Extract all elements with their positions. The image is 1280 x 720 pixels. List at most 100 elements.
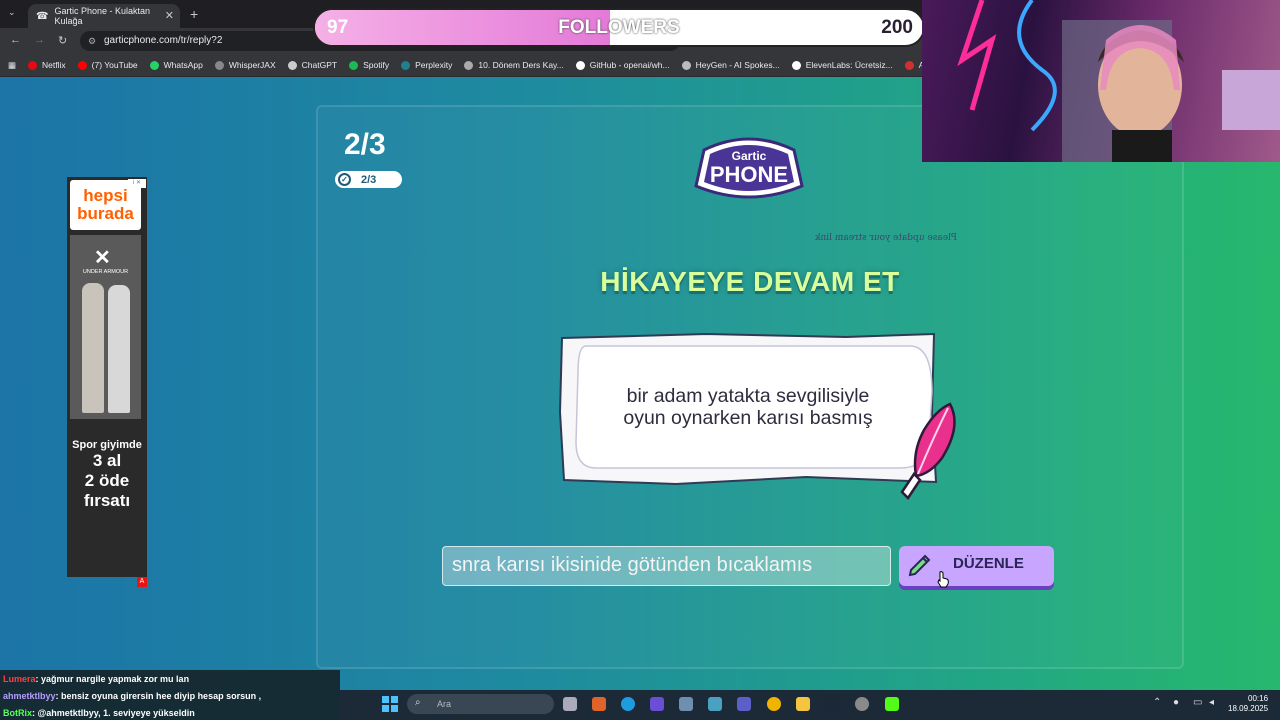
edge-icon[interactable] (621, 697, 635, 711)
taskbar-search-placeholder: Ara (437, 699, 452, 709)
bookmark-item[interactable]: ElevenLabs: Ücretsiz... (791, 60, 893, 70)
bookmark-label: ChatGPT (301, 60, 338, 70)
ad-image: ✕ UNDER ARMOUR (70, 235, 141, 419)
chat-text: : @ahmetktlbyy, 1. seviyeye yükseldin (32, 708, 195, 718)
chat-text: : bensiz oyuna girersin hee diyip hesap … (55, 691, 262, 701)
clock-time: 00:16 (1248, 694, 1269, 703)
forward-icon[interactable]: → (34, 34, 45, 46)
pencil-icon (908, 554, 931, 577)
reload-icon[interactable]: ↻ (58, 34, 67, 47)
bookmark-favicon-icon (28, 60, 38, 70)
ad-promo-line-3: fırsatı (83, 491, 131, 510)
bookmark-label: ElevenLabs: Ücretsiz... (805, 60, 893, 70)
bookmark-item[interactable]: Perplexity (401, 60, 452, 70)
bookmark-label: WhisperJAX (228, 60, 276, 70)
edit-button[interactable]: DÜZENLE (899, 546, 1054, 586)
gartic-favicon-icon: ☎ (36, 10, 49, 22)
widgets-icon[interactable] (679, 697, 693, 711)
apps-grid-icon[interactable]: ▦ (8, 60, 16, 71)
chat-message: ahmetktlbyy: bensiz oyuna girersin hee d… (3, 691, 261, 701)
followers-label: FOLLOWERS (558, 17, 680, 38)
ad-promo: Spor giyimde 3 al 2 öde fırsatı (67, 439, 147, 511)
chat-overlay: Lumera: yağmur nargile yapmak zor mu lan… (0, 670, 340, 720)
story-line-1: bir adam yatakta sevgilisiyle (626, 385, 870, 407)
bookmark-item[interactable]: Spotify (349, 60, 389, 70)
teams-icon[interactable] (737, 697, 751, 711)
bookmark-favicon-icon (401, 60, 411, 70)
ad-sponsor: UNDER ARMOUR (82, 269, 129, 275)
bookmark-label: Spotify (363, 60, 390, 70)
page-heading: HİKAYEYE DEVAM ET (600, 266, 900, 297)
gartic-phone-logo: Gartic PHONE (694, 137, 804, 199)
site-info-icon[interactable]: ⚙ (88, 31, 96, 51)
bookmark-favicon-icon (575, 60, 585, 70)
round-counter: 2/3 (344, 128, 386, 161)
network-icon[interactable]: ▭ (1193, 697, 1202, 708)
bookmark-label: (7) YouTube (91, 60, 138, 70)
tab-close-icon[interactable]: ✕ (165, 9, 174, 22)
story-text: bir adam yatakta sevgilisiyle oyun oynar… (586, 385, 910, 429)
kick-icon[interactable] (885, 697, 899, 711)
obs-icon[interactable] (855, 697, 869, 711)
back-icon[interactable]: ← (10, 34, 21, 46)
ad-banner[interactable]: hepsi burada i ✕ ✕ UNDER ARMOUR Spor giy… (67, 177, 147, 587)
taskbar-search[interactable]: Ara (407, 694, 554, 714)
check-icon: ✓ (338, 173, 351, 186)
volume-icon[interactable]: ◂ (1209, 697, 1214, 708)
chat-message: BotRix: @ahmetktlbyy, 1. seviyeye yüksel… (3, 708, 195, 718)
followers-goal: 200 (881, 17, 913, 38)
ad-model-2 (108, 285, 130, 413)
edit-button-label: DÜZENLE (953, 555, 1024, 572)
webcam-image (957, 0, 1280, 162)
bookmark-item[interactable]: 10. Dönem Ders Kay... (464, 60, 564, 70)
ad-model-1 (82, 283, 104, 413)
ad-choices-icon[interactable]: i ✕ (128, 179, 146, 188)
logo-bottom-text: PHONE (710, 162, 788, 187)
ad-promo-line-2: 2 öde (84, 471, 130, 490)
chat-username: Lumera (3, 674, 36, 684)
logo-top-text: Gartic (732, 149, 767, 163)
url-text: garticphone.com/tr/reply?2 (104, 35, 223, 46)
ad-promo-line-1: 3 al (92, 451, 122, 470)
bookmark-item[interactable]: GitHub - openai/wh... (575, 60, 670, 70)
round-progress-pill: ✓ 2/3 (335, 171, 402, 188)
bookmark-item[interactable]: WhatsApp (149, 60, 203, 70)
file-explorer-icon[interactable] (796, 697, 810, 711)
reply-input[interactable]: snra karısı ikisinide götünden bıcaklamı… (442, 546, 891, 586)
ad-brand-line-2: burada (77, 204, 134, 223)
story-line-2: oyun oynarken karısı basmış (623, 407, 873, 429)
bookmark-item[interactable]: WhisperJAX (214, 60, 276, 70)
followers-goal-bar: 97 FOLLOWERS 200 (313, 8, 925, 47)
chrome-icon[interactable] (767, 697, 781, 711)
search-icon: ⌕ (415, 697, 421, 708)
windows-start-icon[interactable] (382, 696, 398, 712)
tab-search-icon[interactable]: ⌄ (8, 7, 16, 18)
microphone-icon[interactable]: ● (1173, 697, 1179, 708)
hand-cursor-icon (937, 571, 949, 588)
bookmark-label: WhatsApp (163, 60, 203, 70)
bookmark-item[interactable]: Netflix (28, 60, 66, 70)
tab-title: Gartic Phone - Kulaktan Kulağa (54, 6, 151, 26)
bookmark-item[interactable]: (7) YouTube (77, 60, 138, 70)
bookmark-favicon-icon (791, 60, 801, 70)
quill-icon (900, 402, 956, 500)
round-pill-text: 2/3 (361, 173, 377, 186)
app-icon[interactable] (708, 697, 722, 711)
bookmark-item[interactable]: ChatGPT (287, 60, 338, 70)
new-tab-icon[interactable]: + (190, 6, 198, 22)
taskbar-clock[interactable]: 00:16 18.09.2025 (1228, 694, 1268, 714)
tray-chevron-icon[interactable]: ⌃ (1153, 697, 1161, 708)
clock-date: 18.09.2025 (1228, 704, 1269, 713)
bookmark-favicon-icon (349, 60, 359, 70)
ad-promo-small: Spor giyimde (72, 439, 142, 451)
copilot-icon[interactable] (592, 697, 606, 711)
task-view-icon[interactable] (563, 697, 577, 711)
bookmark-item[interactable]: HeyGen - AI Spokes... (681, 60, 780, 70)
browser-tab[interactable]: ☎ Gartic Phone - Kulaktan Kulağa ✕ (28, 4, 180, 28)
bookmark-favicon-icon (464, 60, 474, 70)
bookmark-label: HeyGen - AI Spokes... (695, 60, 780, 70)
bookmark-favicon-icon (287, 60, 297, 70)
bookmark-favicon-icon (904, 60, 914, 70)
steam-icon[interactable] (825, 697, 839, 711)
store-icon[interactable] (650, 697, 664, 711)
